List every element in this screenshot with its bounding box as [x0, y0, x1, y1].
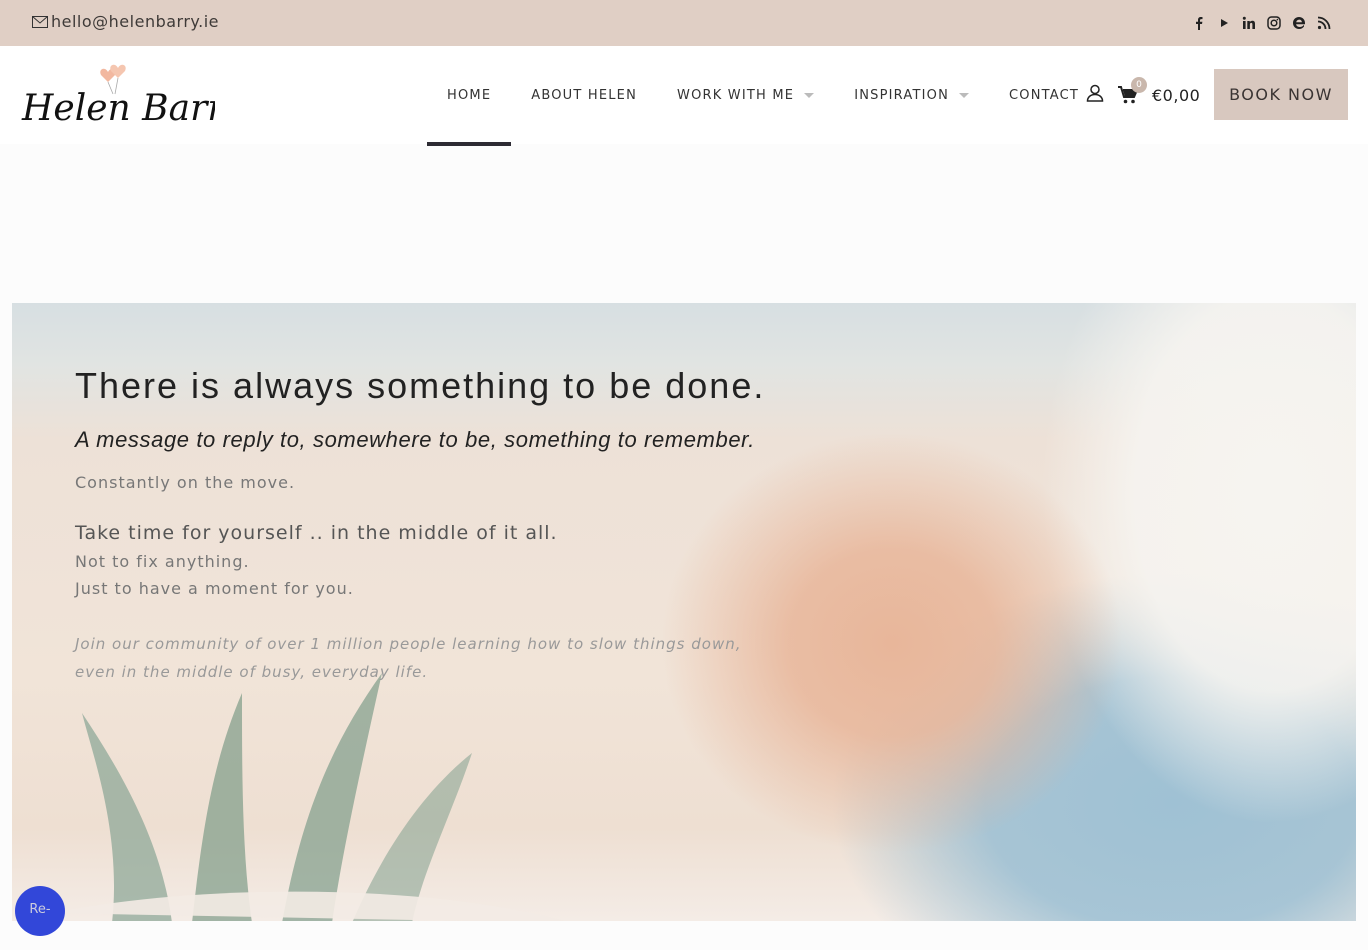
cart-button[interactable]: 0 — [1118, 77, 1147, 104]
youtube-icon[interactable] — [1216, 14, 1232, 32]
chat-widget-alt-text: Re- — [29, 902, 51, 917]
hero-banner: There is always something to be done. A … — [12, 303, 1356, 921]
hero-community-text: Join our community of over 1 million peo… — [75, 635, 742, 681]
top-bar: hello@helenbarry.ie — [0, 0, 1368, 46]
nav-contact[interactable]: CONTACT — [989, 46, 1099, 144]
nav-inspiration[interactable]: INSPIRATION — [834, 46, 989, 144]
nav-about-helen[interactable]: ABOUT HELEN — [511, 46, 657, 144]
email-text: hello@helenbarry.ie — [51, 12, 219, 31]
chat-widget-button[interactable]: Re- — [15, 886, 65, 936]
social-links — [1191, 14, 1332, 32]
hero-heading: There is always something to be done. — [75, 365, 766, 406]
hero-line-1: Constantly on the move. — [75, 473, 296, 492]
linkedin-icon[interactable] — [1241, 14, 1257, 32]
caret-down-icon — [959, 92, 969, 98]
instagram-icon[interactable] — [1266, 14, 1282, 32]
edge-icon[interactable] — [1291, 14, 1307, 32]
nav-home[interactable]: HOME — [427, 46, 512, 146]
hero-line-3: Not to fix anything. — [75, 552, 250, 571]
site-logo[interactable]: Helen Barry — [20, 58, 245, 136]
hero-line-4: Just to have a moment for you. — [75, 579, 354, 598]
nav-work-with-me[interactable]: WORK WITH ME — [657, 46, 834, 144]
mail-icon — [32, 15, 48, 28]
book-now-button[interactable]: BOOK NOW — [1214, 69, 1348, 120]
hero-text: There is always something to be done. A … — [75, 365, 795, 686]
email-link[interactable]: hello@helenbarry.ie — [32, 12, 219, 31]
site-header: Helen Barry HOME ABOUT HELEN WORK WITH M… — [0, 46, 1368, 146]
cart-total[interactable]: €0,00 — [1152, 86, 1200, 105]
user-icon[interactable] — [1086, 84, 1104, 106]
hero-subheading: A message to reply to, somewhere to be, … — [75, 427, 755, 452]
facebook-icon[interactable] — [1191, 14, 1207, 32]
header-tools: 0 €0,00 — [1086, 46, 1200, 144]
cart-count-badge: 0 — [1131, 77, 1147, 93]
main-nav: HOME ABOUT HELEN WORK WITH ME INSPIRATIO… — [427, 46, 1099, 146]
hero-line-2: Take time for yourself .. in the middle … — [75, 522, 558, 544]
caret-down-icon — [804, 92, 815, 98]
rss-icon[interactable] — [1316, 14, 1332, 32]
svg-text:Helen Barry: Helen Barry — [21, 88, 215, 129]
